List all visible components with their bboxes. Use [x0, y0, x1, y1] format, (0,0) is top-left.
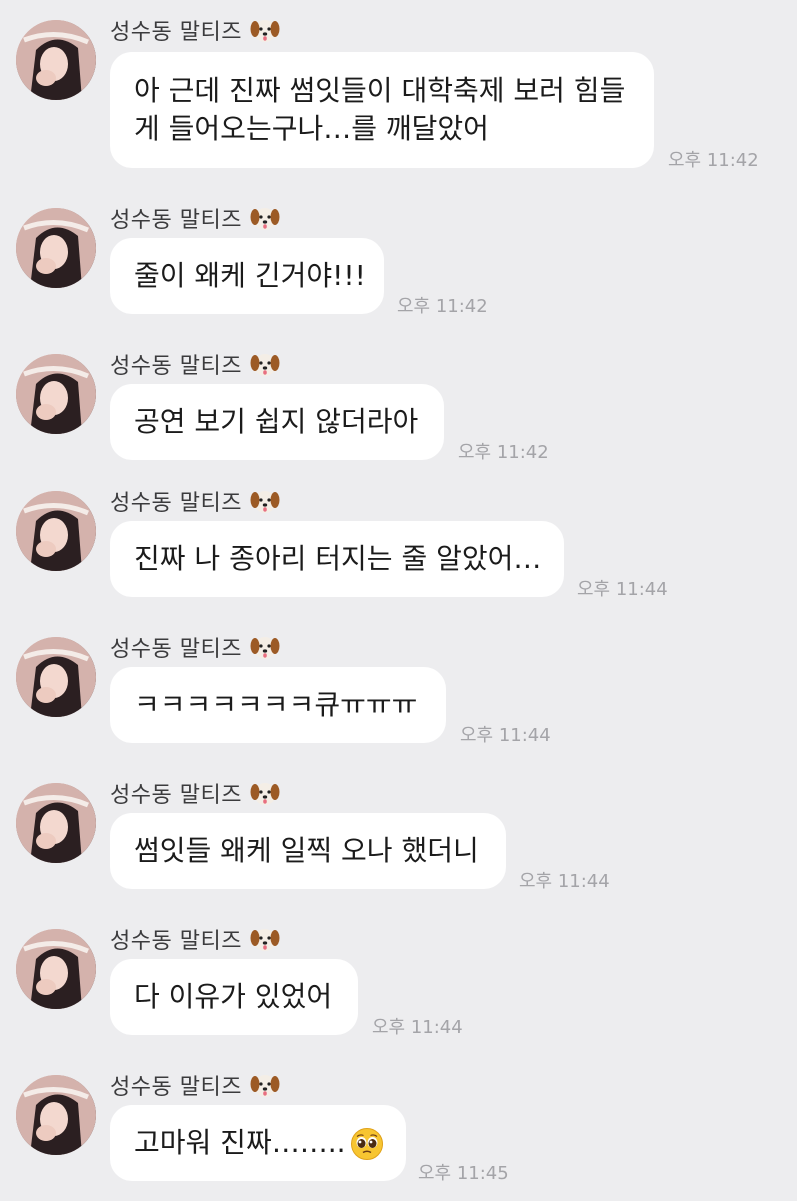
message-item: 성수동 말티즈 고마워 진짜…….. 오후 11:45	[0, 1055, 797, 1201]
message-bubble[interactable]: 썸잇들 왜케 일찍 오나 했더니	[110, 813, 506, 889]
message-timestamp: 오후 11:42	[668, 150, 759, 171]
sender-name: 성수동 말티즈	[110, 208, 242, 233]
avatar[interactable]	[16, 637, 96, 717]
avatar-photo	[16, 783, 96, 863]
message-text: 아 근데 진짜 썸잇들이 대학축제 보러 힘들 게 들어오는구나…를 깨달았어	[134, 72, 625, 148]
message-bubble[interactable]: 고마워 진짜……..	[110, 1105, 406, 1181]
message-timestamp: 오후 11:42	[458, 442, 549, 463]
message-bubble[interactable]: 공연 보기 쉽지 않더라아	[110, 384, 444, 460]
message-bubble[interactable]: 진짜 나 종아리 터지는 줄 알았어…	[110, 521, 564, 597]
sender-row: 성수동 말티즈	[110, 923, 280, 955]
chat-message-list: 성수동 말티즈 아 근데 진짜 썸잇들이 대학축제 보러 힘들 게 들어오는구나…	[0, 0, 797, 1200]
dog-face-icon	[250, 491, 280, 513]
avatar-photo	[16, 20, 96, 100]
avatar[interactable]	[16, 491, 96, 571]
message-text: 진짜 나 종아리 터지는 줄 알았어…	[134, 542, 542, 575]
sender-name: 성수동 말티즈	[110, 637, 242, 662]
dog-face-icon	[250, 1075, 280, 1097]
message-bubble[interactable]: ㅋㅋㅋㅋㅋㅋㅋ큐ㅠㅠㅠ	[110, 667, 446, 743]
message-timestamp: 오후 11:45	[418, 1163, 509, 1184]
sender-name: 성수동 말티즈	[110, 783, 242, 808]
message-bubble[interactable]: 줄이 왜케 긴거야!!!	[110, 238, 384, 314]
avatar-photo	[16, 354, 96, 434]
sender-row: 성수동 말티즈	[110, 1069, 280, 1101]
sender-row: 성수동 말티즈	[110, 485, 280, 517]
message-item: 성수동 말티즈 아 근데 진짜 썸잇들이 대학축제 보러 힘들 게 들어오는구나…	[0, 0, 797, 171]
sender-name: 성수동 말티즈	[110, 20, 242, 45]
message-text: 썸잇들 왜케 일찍 오나 했더니	[134, 834, 479, 867]
sender-row: 성수동 말티즈	[110, 777, 280, 809]
pleading-face-icon	[350, 1127, 384, 1161]
avatar-photo	[16, 491, 96, 571]
message-item: 성수동 말티즈 ㅋㅋㅋㅋㅋㅋㅋ큐ㅠㅠㅠ 오후 11:44	[0, 617, 797, 763]
avatar[interactable]	[16, 354, 96, 434]
message-timestamp: 오후 11:44	[519, 871, 610, 892]
message-item: 성수동 말티즈 다 이유가 있었어 오후 11:44	[0, 909, 797, 1055]
message-item: 성수동 말티즈 줄이 왜케 긴거야!!! 오후 11:42	[0, 188, 797, 334]
dog-face-icon	[250, 20, 280, 42]
sender-row: 성수동 말티즈	[110, 14, 280, 46]
sender-name: 성수동 말티즈	[110, 354, 242, 379]
avatar[interactable]	[16, 208, 96, 288]
avatar[interactable]	[16, 20, 96, 100]
message-line: 아 근데 진짜 썸잇들이 대학축제 보러 힘들	[134, 74, 626, 107]
sender-name: 성수동 말티즈	[110, 929, 242, 954]
message-item: 성수동 말티즈 썸잇들 왜케 일찍 오나 했더니 오후 11:44	[0, 763, 797, 909]
sender-name: 성수동 말티즈	[110, 491, 242, 516]
message-bubble[interactable]: 다 이유가 있었어	[110, 959, 358, 1035]
avatar-photo	[16, 637, 96, 717]
dog-face-icon	[250, 637, 280, 659]
dog-face-icon	[250, 354, 280, 376]
avatar[interactable]	[16, 783, 96, 863]
message-timestamp: 오후 11:42	[397, 296, 488, 317]
avatar-photo	[16, 1075, 96, 1155]
message-text-content: 고마워 진짜……..	[134, 1126, 346, 1159]
message-item: 성수동 말티즈 진짜 나 종아리 터지는 줄 알았어… 오후 11:44	[0, 471, 797, 617]
message-text: ㅋㅋㅋㅋㅋㅋㅋ큐ㅠㅠㅠ	[134, 688, 418, 721]
avatar[interactable]	[16, 929, 96, 1009]
message-timestamp: 오후 11:44	[577, 579, 668, 600]
message-timestamp: 오후 11:44	[372, 1017, 463, 1038]
sender-name: 성수동 말티즈	[110, 1075, 242, 1100]
dog-face-icon	[250, 208, 280, 230]
message-item: 성수동 말티즈 공연 보기 쉽지 않더라아 오후 11:42	[0, 334, 797, 480]
avatar[interactable]	[16, 1075, 96, 1155]
sender-row: 성수동 말티즈	[110, 202, 280, 234]
message-timestamp: 오후 11:44	[460, 725, 551, 746]
sender-row: 성수동 말티즈	[110, 631, 280, 663]
message-text: 다 이유가 있었어	[134, 980, 333, 1013]
message-line: 게 들어오는구나…를 깨달았어	[134, 112, 489, 145]
message-text: 공연 보기 쉽지 않더라아	[134, 405, 419, 438]
message-bubble[interactable]: 아 근데 진짜 썸잇들이 대학축제 보러 힘들 게 들어오는구나…를 깨달았어	[110, 52, 654, 168]
avatar-photo	[16, 208, 96, 288]
dog-face-icon	[250, 929, 280, 951]
message-text: 줄이 왜케 긴거야!!!	[134, 259, 366, 292]
dog-face-icon	[250, 783, 280, 805]
sender-row: 성수동 말티즈	[110, 348, 280, 380]
message-text: 고마워 진짜……..	[134, 1124, 384, 1162]
avatar-photo	[16, 929, 96, 1009]
